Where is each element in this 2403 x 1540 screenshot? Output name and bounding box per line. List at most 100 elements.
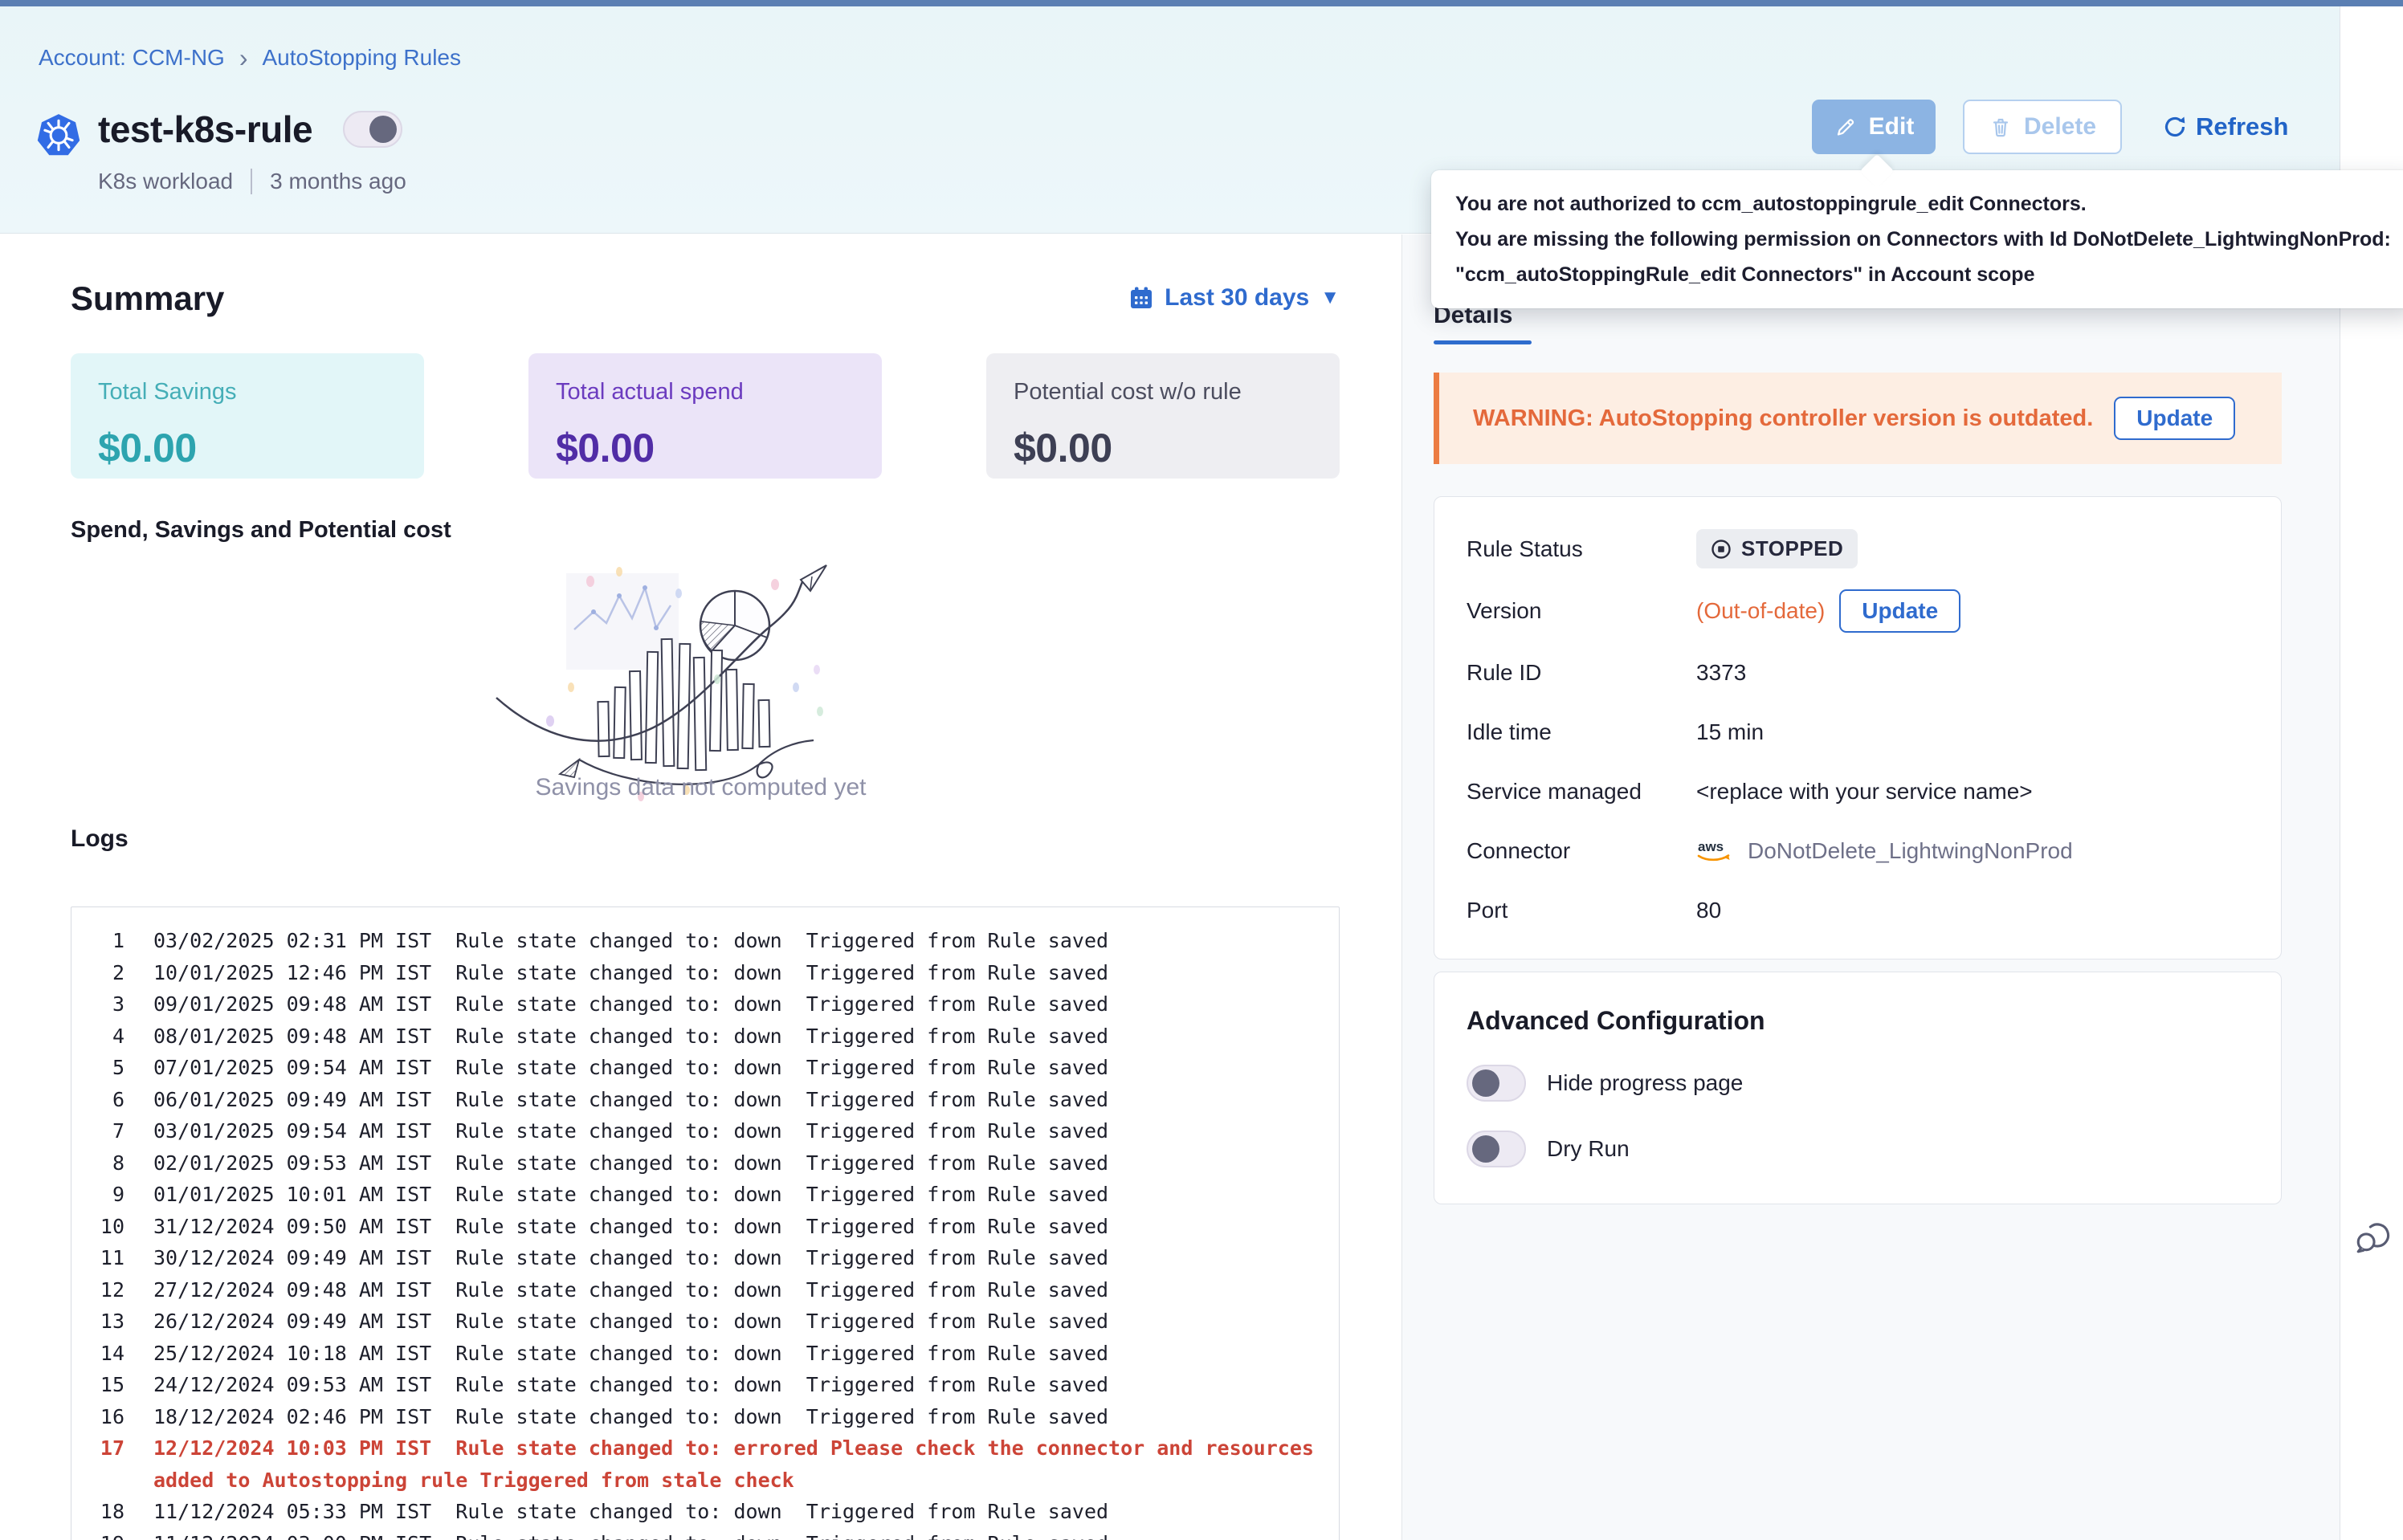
title-row: test-k8s-rule (98, 108, 402, 151)
hide-progress-row: Hide progress page (1467, 1065, 2249, 1102)
log-row: 210/01/2025 12:46 PM IST Rule state chan… (86, 957, 1320, 989)
rule-status-row: Rule Status STOPPED (1467, 529, 2249, 568)
rule-id-row: Rule ID 3373 (1467, 654, 2249, 692)
rule-type-label: K8s workload (98, 169, 233, 194)
header-actions: Edit Delete (1812, 100, 2288, 154)
refresh-button[interactable]: Refresh (2162, 112, 2288, 141)
log-line-number: 3 (86, 988, 124, 1021)
log-message: 03/01/2025 09:54 AM IST Rule state chang… (153, 1115, 1108, 1147)
log-row: 7 03/01/2025 09:54 AM IST Rule state chan… (86, 1115, 1320, 1147)
delete-button-label: Delete (2024, 113, 2096, 141)
log-row: 12 27/12/2024 09:48 AM IST Rule state cha… (86, 1274, 1320, 1306)
log-line-number: 10 (86, 1211, 124, 1243)
version-update-button[interactable]: Update (1839, 589, 1960, 633)
toggle-knob (369, 116, 397, 143)
version-row: Version (Out-of-date) Update (1467, 589, 2249, 633)
rule-status-value: STOPPED (1741, 536, 1843, 561)
breadcrumb-page-link[interactable]: AutoStopping Rules (262, 45, 461, 71)
connector-row: Connector aws DoNotDelete_LightwingNonPr… (1467, 832, 2249, 870)
subtitle-divider (251, 169, 252, 194)
details-panel: Details WARNING: AutoStopping controller… (1401, 234, 2340, 1540)
date-range-picker[interactable]: Last 30 days ▼ (1129, 284, 1340, 312)
service-managed-value: <replace with your service name> (1696, 779, 2033, 805)
edit-button[interactable]: Edit (1812, 100, 1936, 154)
potential-cost-label: Potential cost w/o rule (1014, 379, 1312, 405)
summary-cards: Total Savings $0.00 Total actual spend $… (71, 353, 1340, 479)
log-row: 1618/12/2024 02:46 PM IST Rule state cha… (86, 1401, 1320, 1433)
rule-status-label: Rule Status (1467, 536, 1696, 562)
log-row: 408/01/2025 09:48 AM IST Rule state chan… (86, 1021, 1320, 1053)
warning-text: WARNING: AutoStopping controller version… (1473, 405, 2093, 432)
toggle-knob (1472, 1135, 1499, 1163)
rule-id-label: Rule ID (1467, 660, 1696, 686)
log-row: 1 03/02/2025 02:31 PM IST Rule state chan… (86, 925, 1320, 957)
chart-heading: Spend, Savings and Potential cost (71, 517, 451, 544)
breadcrumb: Account: CCM-NG › AutoStopping Rules (39, 45, 461, 71)
log-row: 14 25/12/2024 10:18 AM IST Rule state cha… (86, 1338, 1320, 1370)
trash-icon (1989, 115, 2013, 139)
version-out-of-date: (Out-of-date) (1696, 598, 1825, 624)
page-title: test-k8s-rule (98, 108, 312, 151)
log-line-number: 12 (86, 1274, 124, 1306)
total-savings-label: Total Savings (98, 379, 397, 405)
advanced-configuration-heading: Advanced Configuration (1467, 1006, 2249, 1036)
log-line-number: 8 (86, 1147, 124, 1179)
empty-chart-message: Savings data not computed yet (0, 774, 1401, 801)
log-message: 18/12/2024 02:46 PM IST Rule state chang… (153, 1401, 1108, 1433)
rule-id-value: 3373 (1696, 660, 1746, 686)
connector-name[interactable]: DoNotDelete_LightwingNonProd (1748, 838, 2073, 864)
log-line-number: 14 (86, 1338, 124, 1370)
idle-time-label: Idle time (1467, 719, 1696, 745)
log-message: 08/01/2025 09:48 AM IST Rule state chang… (153, 1021, 1108, 1053)
log-message: 09/01/2025 09:48 AM IST Rule state chang… (153, 988, 1108, 1021)
chevron-down-icon: ▼ (1320, 287, 1340, 309)
log-row: 8 02/01/2025 09:53 AM IST Rule state chan… (86, 1147, 1320, 1179)
active-tab-indicator (1434, 340, 1532, 344)
log-row: 17 12/12/2024 10:03 PM IST Rule state cha… (86, 1432, 1320, 1496)
port-row: Port 80 (1467, 891, 2249, 930)
warning-update-button[interactable]: Update (2114, 397, 2235, 440)
logs-container[interactable]: 1 03/02/2025 02:31 PM IST Rule state chan… (71, 906, 1340, 1540)
delete-button[interactable]: Delete (1963, 100, 2122, 154)
edit-button-label: Edit (1869, 113, 1915, 141)
autostopping-rule-page: Account: CCM-NG › AutoStopping Rules (0, 0, 2403, 1540)
summary-heading: Summary (71, 279, 224, 318)
breadcrumb-account-link[interactable]: Account: CCM-NG (39, 45, 225, 71)
tooltip-line-3: "ccm_autoStoppingRule_edit Connectors" i… (1455, 257, 2391, 292)
logs-heading: Logs (71, 825, 129, 853)
chat-support-icon[interactable] (2353, 1216, 2393, 1256)
log-line-number: 9 (86, 1179, 124, 1211)
rule-enabled-toggle[interactable] (343, 111, 402, 148)
log-row: 1911/12/2024 03:00 PM IST Rule state cha… (86, 1528, 1320, 1540)
log-message: 06/01/2025 09:49 AM IST Rule state chang… (153, 1084, 1108, 1116)
warning-banner: WARNING: AutoStopping controller version… (1434, 373, 2282, 464)
log-message: 31/12/2024 09:50 AM IST Rule state chang… (153, 1211, 1108, 1243)
log-message: 26/12/2024 09:49 AM IST Rule state chang… (153, 1306, 1108, 1338)
log-message: 25/12/2024 10:18 AM IST Rule state chang… (153, 1338, 1108, 1370)
log-message: 03/02/2025 02:31 PM IST Rule state chang… (153, 925, 1108, 957)
total-savings-value: $0.00 (98, 425, 397, 471)
log-line-number: 18 (86, 1496, 124, 1528)
log-message: 11/12/2024 05:33 PM IST Rule state chang… (153, 1496, 1108, 1528)
potential-cost-card: Potential cost w/o rule $0.00 (986, 353, 1340, 479)
version-label: Version (1467, 598, 1696, 624)
port-label: Port (1467, 898, 1696, 923)
log-row: 1524/12/2024 09:53 AM IST Rule state cha… (86, 1369, 1320, 1401)
log-message: 02/01/2025 09:53 AM IST Rule state chang… (153, 1147, 1108, 1179)
potential-cost-value: $0.00 (1014, 425, 1312, 471)
log-message: 12/12/2024 10:03 PM IST Rule state chang… (153, 1432, 1320, 1496)
aws-icon: aws (1696, 838, 1733, 864)
log-message: 01/01/2025 10:01 AM IST Rule state chang… (153, 1179, 1108, 1211)
toggle-knob (1472, 1069, 1499, 1097)
log-line-number: 7 (86, 1115, 124, 1147)
log-row: 13 26/12/2024 09:49 AM IST Rule state cha… (86, 1306, 1320, 1338)
log-line-number: 1 (86, 925, 124, 957)
dry-run-toggle[interactable] (1467, 1131, 1526, 1167)
hide-progress-toggle[interactable] (1467, 1065, 1526, 1102)
log-line-number: 17 (86, 1432, 124, 1496)
log-message: 27/12/2024 09:48 AM IST Rule state chang… (153, 1274, 1108, 1306)
log-row: 3 09/01/2025 09:48 AM IST Rule state chan… (86, 988, 1320, 1021)
log-line-number: 13 (86, 1306, 124, 1338)
calendar-icon (1129, 286, 1153, 310)
log-message: 24/12/2024 09:53 AM IST Rule state chang… (153, 1369, 1108, 1401)
